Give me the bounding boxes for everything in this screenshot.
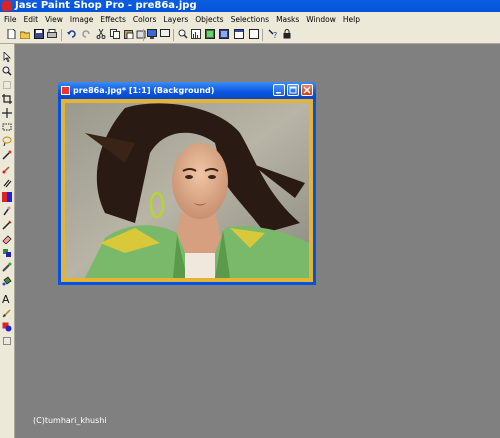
watermark-text: (C)tumhari_khushi [33,416,107,425]
maximize-icon [289,86,297,94]
overview-icon[interactable] [219,29,229,39]
airbrush-tool-icon[interactable] [2,262,12,272]
tool-options-icon[interactable] [249,29,259,39]
tool-palette: A [0,44,15,438]
app-titlebar: Jasc Paint Shop Pro - pre86a.jpg [0,0,500,12]
close-button[interactable] [301,84,313,96]
toolbar-separator [61,29,62,41]
new-icon[interactable] [6,29,16,39]
layers-icon[interactable] [205,29,215,39]
browse-icon[interactable] [147,29,157,39]
svg-text:A: A [2,294,10,304]
svg-text:?: ? [273,31,277,39]
minimize-icon [276,92,281,94]
crop-tool-icon[interactable] [2,94,12,104]
menu-selections[interactable]: Selections [228,12,272,27]
app-title: Jasc Paint Shop Pro - pre86a.jpg [15,0,197,11]
maximize-button[interactable] [287,84,299,96]
menu-file[interactable]: File [1,12,20,27]
standard-toolbar: ? [0,27,500,44]
zoom-icon[interactable] [178,29,188,39]
help-icon[interactable]: ? [268,29,278,39]
close-icon [303,86,311,94]
text-tool-icon[interactable]: A [2,294,12,304]
paintbrush-tool-icon[interactable] [2,164,12,174]
eraser-tool-icon[interactable] [2,234,12,244]
menu-colors[interactable]: Colors [130,12,160,27]
menu-effects[interactable]: Effects [97,12,129,27]
selection-tool-icon[interactable] [2,122,12,132]
menu-edit[interactable]: Edit [21,12,42,27]
color-replacer-tool-icon[interactable] [2,192,12,202]
document-window: pre86a.jpg* [1:1] (Background) [58,82,316,285]
canvas-image[interactable] [65,103,309,278]
menu-layers[interactable]: Layers [160,12,191,27]
cut-icon[interactable] [96,29,106,39]
paste-icon[interactable] [124,29,134,39]
menu-masks[interactable]: Masks [273,12,302,27]
deform-tool-icon[interactable] [2,80,12,90]
copy-icon[interactable] [110,29,120,39]
document-titlebar[interactable]: pre86a.jpg* [1:1] (Background) [58,82,316,99]
document-title: pre86a.jpg* [1:1] (Background) [73,86,215,95]
app-logo-icon [2,1,12,11]
redo-icon[interactable] [81,29,91,39]
draw-tool-icon[interactable] [2,308,12,318]
menu-help[interactable]: Help [340,12,363,27]
object-selector-tool-icon[interactable] [2,336,12,346]
tool-options-icon[interactable] [234,29,244,39]
toolbar-separator [143,29,144,41]
picture-tube-tool-icon[interactable] [2,248,12,258]
preset-shapes-tool-icon[interactable] [2,322,12,332]
clone-tool-icon[interactable] [2,178,12,188]
scratch-remover-tool-icon[interactable] [2,220,12,230]
arrow-tool-icon[interactable] [2,52,12,62]
lasso-tool-icon[interactable] [2,136,12,146]
image-border [61,99,313,282]
zoom-tool-icon[interactable] [2,66,12,76]
open-icon[interactable] [20,29,30,39]
menu-objects[interactable]: Objects [192,12,226,27]
retouch-tool-icon[interactable] [2,206,12,216]
screen-icon[interactable] [160,29,170,39]
dropper-tool-icon[interactable] [2,150,12,160]
lock-icon[interactable] [282,29,292,39]
minimize-button[interactable] [273,84,285,96]
toolbar-separator [262,29,263,41]
menu-window[interactable]: Window [303,12,339,27]
document-icon [61,86,70,95]
flood-fill-tool-icon[interactable] [2,276,12,286]
undo-icon[interactable] [67,29,77,39]
save-icon[interactable] [34,29,44,39]
move-tool-icon[interactable] [2,108,12,118]
toolbar-separator [173,29,174,41]
menu-view[interactable]: View [42,12,66,27]
histogram-icon[interactable] [191,29,201,39]
menu-bar: File Edit View Image Effects Colors Laye… [0,12,500,27]
print-icon[interactable] [47,29,57,39]
menu-image[interactable]: Image [67,12,97,27]
delete-icon[interactable] [136,29,146,39]
